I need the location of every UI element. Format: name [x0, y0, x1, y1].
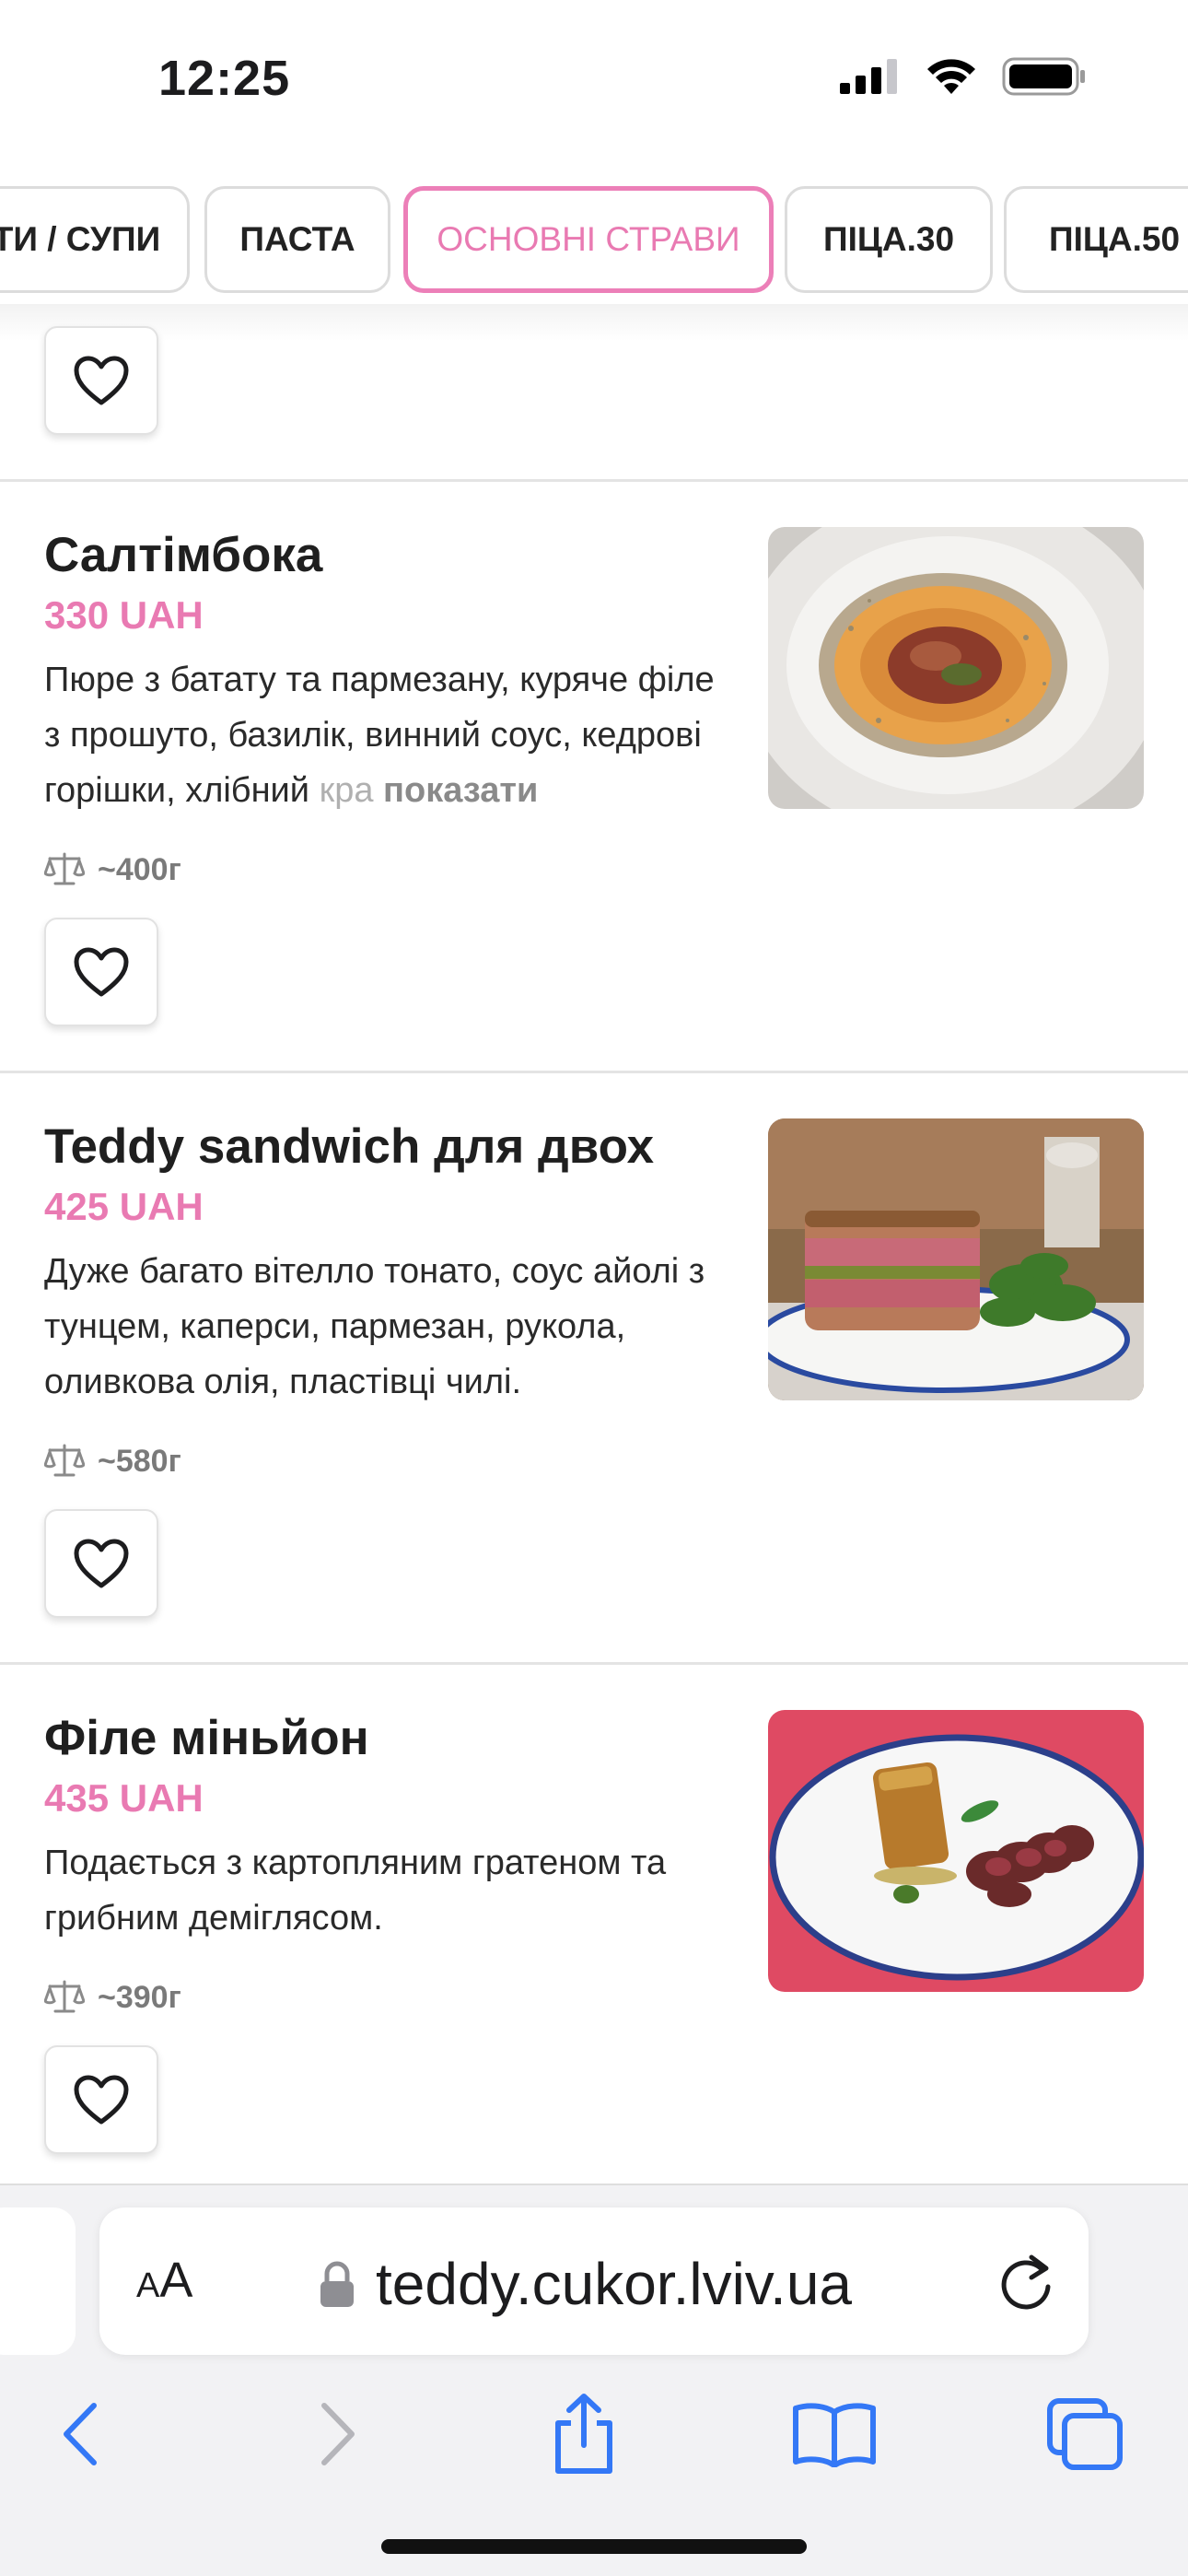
tab-pizza-50[interactable]: ПІЦА.50: [1004, 186, 1188, 293]
share-icon: [555, 2394, 612, 2474]
chevron-left-icon: [64, 2403, 97, 2465]
item-weight: ~580г: [44, 1443, 181, 1480]
item-photo-filet-mignon[interactable]: [768, 1710, 1144, 1992]
aa-small-text: A: [136, 2266, 160, 2305]
share-button[interactable]: [538, 2388, 630, 2480]
item-description: Дуже багато вітелло тонато, соус айолі з…: [44, 1252, 705, 1401]
item-weight: ~400г: [44, 851, 181, 888]
tabs-button[interactable]: [1039, 2388, 1131, 2480]
scale-icon: [44, 852, 85, 885]
page-settings-button[interactable]: AA: [136, 2252, 192, 2309]
browser-toolbar: [0, 2370, 1188, 2489]
show-more-link[interactable]: показати: [383, 771, 538, 810]
status-icons: [840, 57, 1087, 96]
cellular-signal-icon: [840, 59, 897, 94]
book-icon: [793, 2403, 876, 2467]
chevron-right-icon: [321, 2403, 355, 2465]
weight-text: ~400г: [98, 851, 181, 887]
item-price: 425 UAH: [44, 1185, 204, 1228]
tab-soups[interactable]: ТИ / СУПИ: [0, 186, 190, 293]
favorite-button[interactable]: [44, 326, 158, 435]
lock-icon: [320, 2261, 354, 2307]
item-title: Філе міньйон: [44, 1711, 369, 1765]
aa-large-text: A: [159, 2253, 193, 2308]
weight-text: ~390г: [98, 1979, 181, 2015]
item-description: Пюре з батату та пармезану, куряче філе …: [44, 652, 726, 818]
item-weight: ~390г: [44, 1979, 181, 2016]
heart-icon: [74, 1539, 129, 1588]
item-description: Подається з картопляним гратеном та гриб…: [44, 1844, 667, 1938]
tab-main-dishes[interactable]: ОСНОВНІ СТРАВИ: [403, 186, 774, 293]
status-bar: 12:25: [0, 0, 1188, 166]
description-text: Пюре з батату та пармезану, куряче філе …: [44, 661, 715, 810]
item-price: 330 UAH: [44, 593, 204, 637]
item-divider: [0, 479, 1188, 482]
battery-icon: [1002, 57, 1085, 96]
item-price: 435 UAH: [44, 1776, 204, 1820]
home-indicator: [381, 2539, 807, 2554]
menu-item[interactable]: Салтімбока 330 UAH Пюре з батату та парм…: [0, 527, 1188, 1025]
tab-pizza-30[interactable]: ПІЦА.30: [785, 186, 993, 293]
previous-tab-peek[interactable]: [0, 2207, 76, 2355]
tab-pasta[interactable]: ПАСТА: [204, 186, 390, 293]
item-photo-saltimbocca[interactable]: [768, 527, 1144, 809]
scale-icon: [44, 1444, 85, 1477]
heart-icon: [74, 947, 129, 997]
heart-icon: [74, 2075, 129, 2125]
favorite-button[interactable]: [44, 2045, 158, 2154]
item-divider: [0, 1662, 1188, 1665]
address-bar[interactable]: AA teddy.cukor.lviv.ua: [99, 2207, 1089, 2355]
favorite-button[interactable]: [44, 918, 158, 1026]
menu-item[interactable]: Філе міньйон 435 UAH Подається з картопл…: [0, 1710, 1188, 2152]
reload-icon[interactable]: [996, 2250, 1055, 2313]
url-text: teddy.cukor.lviv.ua: [376, 2251, 852, 2317]
bookmarks-button[interactable]: [788, 2388, 880, 2480]
favorite-button[interactable]: [44, 1509, 158, 1618]
wifi-icon: [927, 59, 975, 94]
description-faded-text: кра: [319, 771, 374, 810]
menu-item[interactable]: Teddy sandwich для двох 425 UAH Дуже баг…: [0, 1118, 1188, 1616]
scale-icon: [44, 1980, 85, 2013]
back-button[interactable]: [33, 2388, 125, 2480]
tabs-icon: [1047, 2398, 1123, 2470]
forward-button[interactable]: [293, 2388, 385, 2480]
weight-text: ~580г: [98, 1443, 181, 1479]
category-tabs: ТИ / СУПИ ПАСТА ОСНОВНІ СТРАВИ ПІЦА.30 П…: [0, 181, 1188, 300]
status-time: 12:25: [158, 51, 291, 106]
item-title: Салтімбока: [44, 528, 323, 582]
browser-bottom-bar: AA teddy.cukor.lviv.ua: [0, 2184, 1188, 2576]
item-photo-sandwich[interactable]: [768, 1118, 1144, 1400]
item-title: Teddy sandwich для двох: [44, 1119, 655, 1174]
heart-icon: [74, 356, 129, 405]
tabs-shadow: [0, 304, 1188, 341]
item-divider: [0, 1071, 1188, 1073]
